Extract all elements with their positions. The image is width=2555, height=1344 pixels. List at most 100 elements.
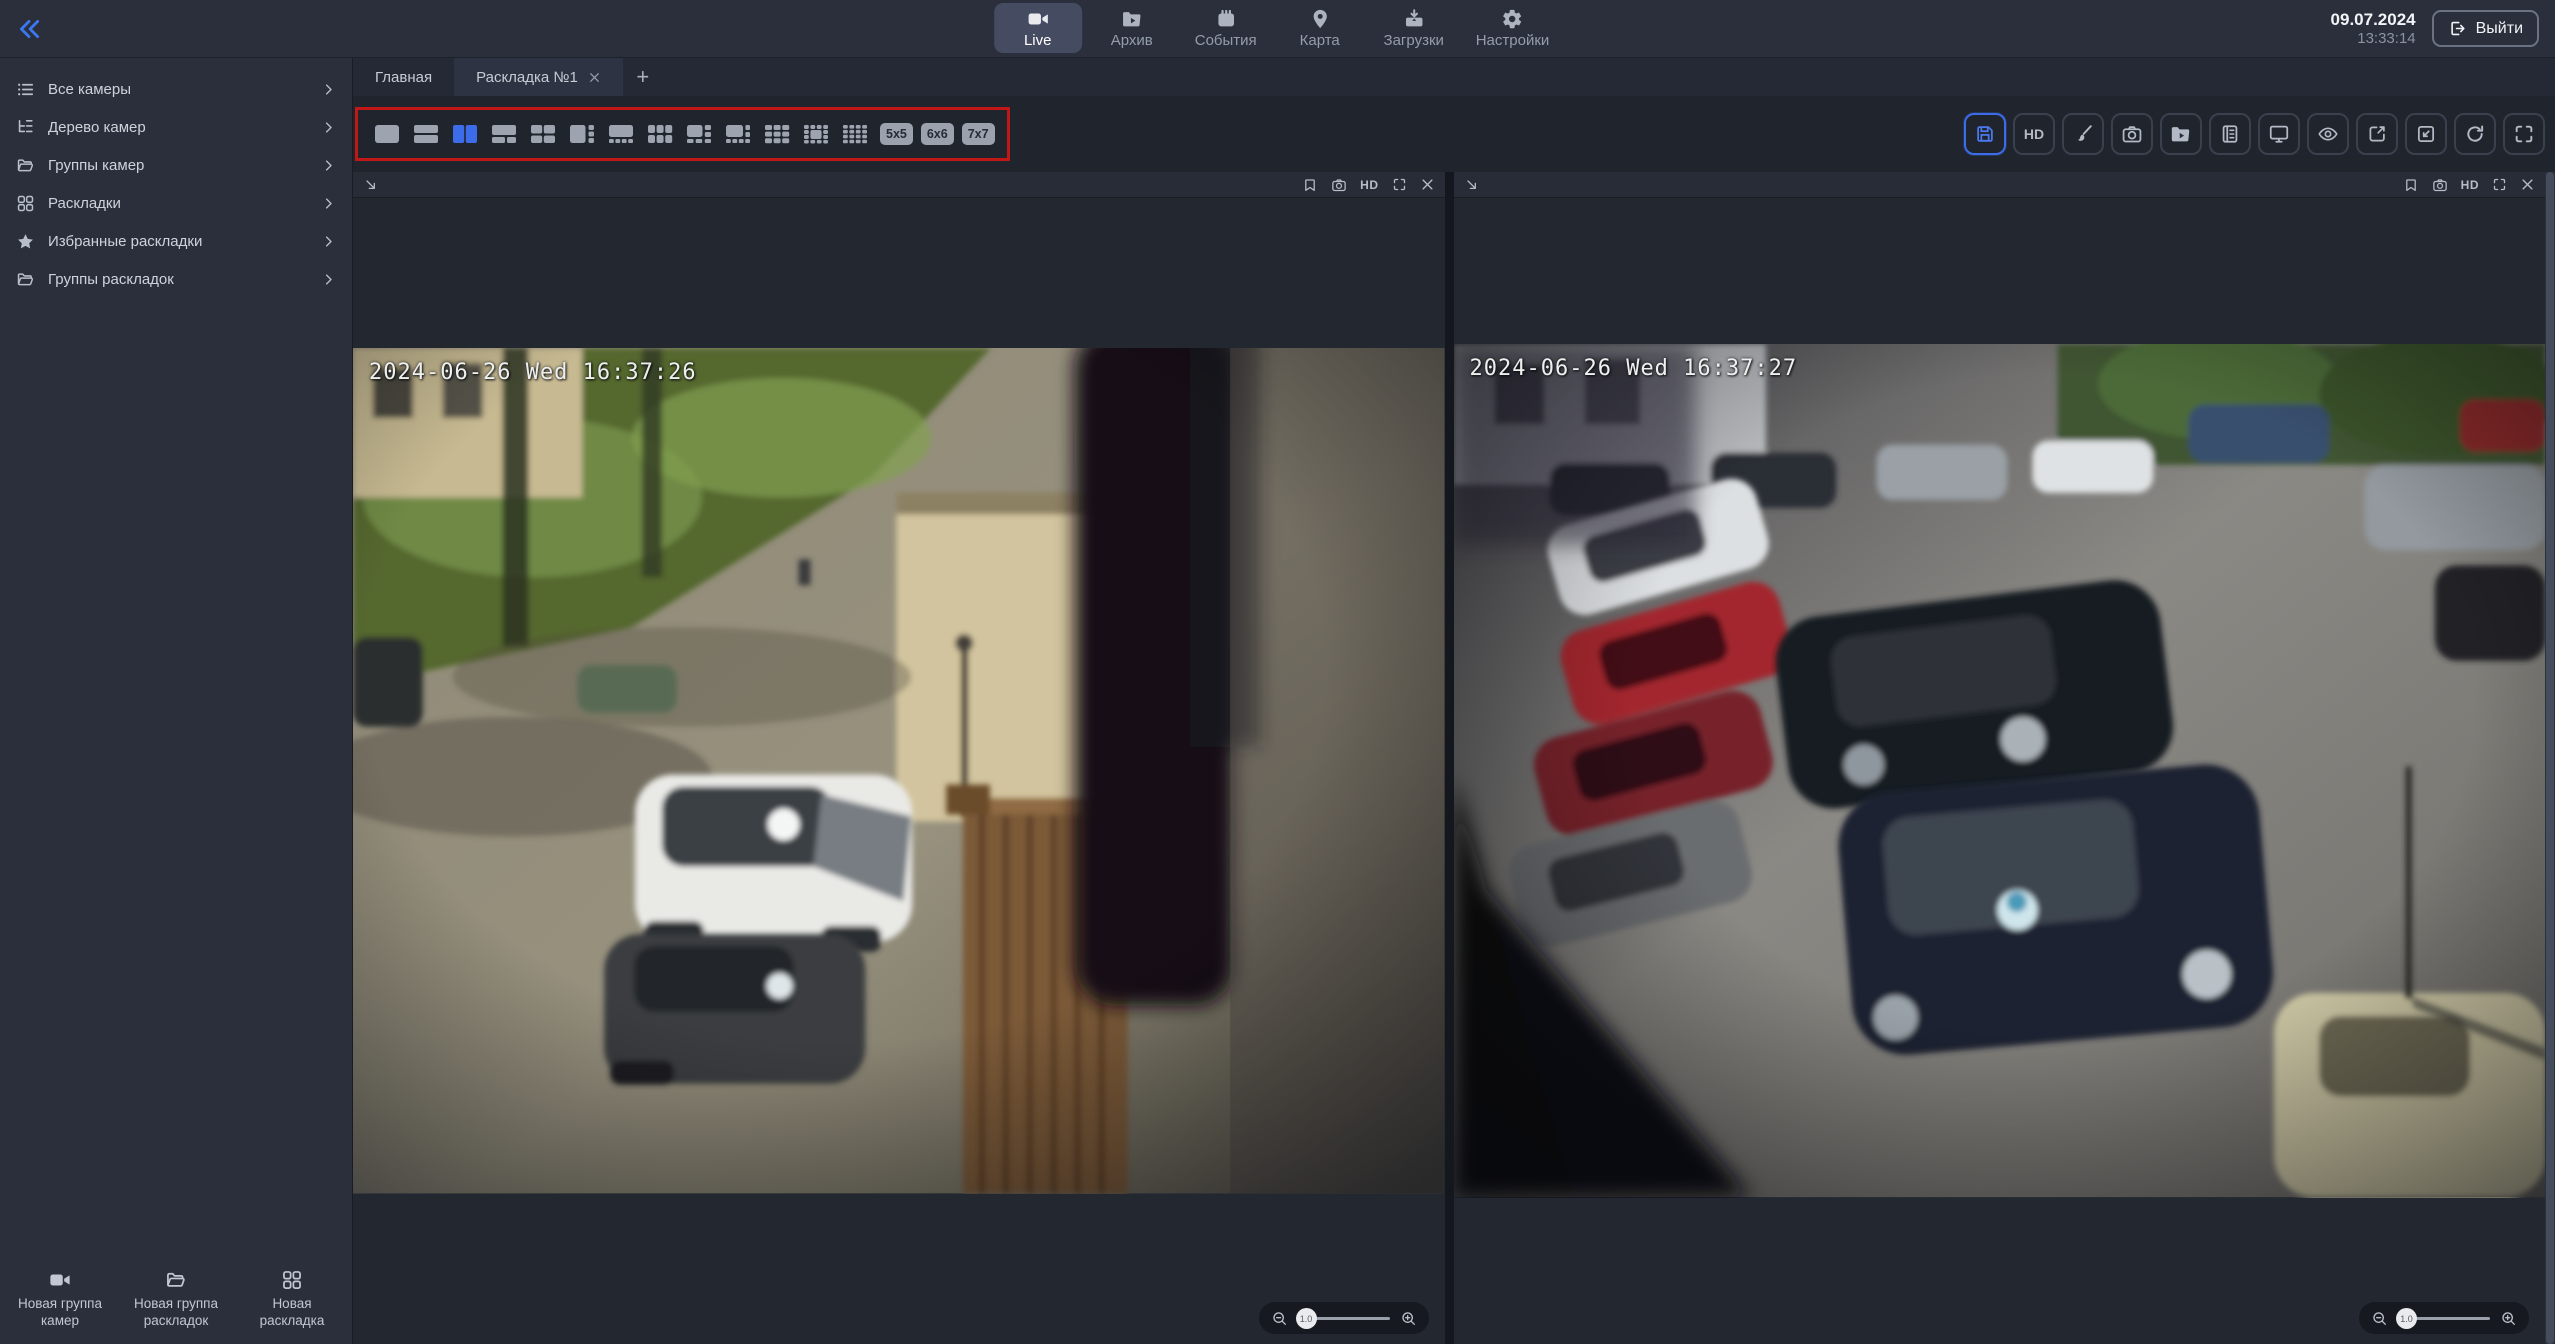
nav-label: События (1195, 32, 1257, 49)
layout-3x2-button[interactable] (643, 119, 677, 149)
zoom-out-icon[interactable] (1271, 1310, 1288, 1327)
nav-item-downloads[interactable]: Загрузки (1370, 3, 1458, 53)
nav-item-archive[interactable]: Архив (1088, 3, 1176, 53)
layout-1-plus-4-button[interactable] (604, 119, 638, 149)
camera-video[interactable] (353, 348, 1445, 1193)
clear-layout-button[interactable] (2062, 113, 2104, 155)
hd-badge[interactable]: HD (2461, 178, 2479, 192)
save-layout-button[interactable] (1964, 113, 2006, 155)
photo-camera-icon[interactable] (1331, 177, 1347, 193)
close-icon[interactable] (1420, 177, 1435, 192)
hd-quality-button[interactable]: HD (2013, 113, 2055, 155)
archive-button[interactable] (2160, 113, 2202, 155)
folder-icon (165, 1269, 187, 1291)
collapse-sidebar-button[interactable] (16, 16, 42, 42)
nav-label: Настройки (1476, 32, 1550, 49)
fullscreen-icon[interactable] (1392, 177, 1407, 192)
close-icon[interactable] (2520, 177, 2535, 192)
sidebar-item-camera-tree[interactable]: Дерево камер (0, 108, 352, 146)
nav-item-map[interactable]: Карта (1276, 3, 1364, 53)
map-pin-icon (1309, 8, 1331, 30)
new-layout-button[interactable]: Новаяраскладка (234, 1269, 350, 1330)
zoom-slider[interactable]: 1.0 (2398, 1308, 2490, 1328)
logout-button[interactable]: Выйти (2432, 10, 2539, 47)
zoom-out-icon[interactable] (2371, 1310, 2388, 1327)
zoom-value: 1.0 (2400, 1314, 2413, 1324)
layout-1-plus-2-button[interactable] (487, 119, 521, 149)
layout-2x2-button[interactable] (526, 119, 560, 149)
sidebar-item-camera-groups[interactable]: Группы камер (0, 146, 352, 184)
sidebar-item-layout-groups[interactable]: Группы раскладок (0, 260, 352, 298)
chevron-right-icon (321, 120, 336, 135)
fullscreen-icon[interactable] (2492, 177, 2507, 192)
layout-1-plus-3-button[interactable] (565, 119, 599, 149)
zoom-slider-handle[interactable]: 1.0 (1296, 1308, 1317, 1329)
scrollbar[interactable] (2545, 172, 2555, 1344)
nav-label: Загрузки (1384, 32, 1444, 49)
zoom-in-icon[interactable] (2500, 1310, 2517, 1327)
hd-badge[interactable]: HD (1360, 178, 1378, 192)
layout-1-plus-4-icon (608, 124, 634, 144)
zoom-slider[interactable]: 1.0 (1298, 1308, 1390, 1328)
tab-layout-1[interactable]: Раскладка №1 (454, 58, 623, 96)
logout-label: Выйти (2476, 20, 2523, 38)
layout-1x1-button[interactable] (370, 119, 404, 149)
tile-divider (1445, 172, 1454, 1344)
tab-label: Главная (375, 69, 432, 86)
nav-item-events[interactable]: События (1182, 3, 1270, 53)
layout-7x7-button[interactable]: 7x7 (962, 123, 995, 145)
expand-corner-icon[interactable] (1464, 177, 1480, 193)
layout-3x3-button[interactable] (760, 119, 794, 149)
new-layout-group-button[interactable]: Новая группараскладок (118, 1269, 234, 1330)
sidebar-item-all-cameras[interactable]: Все камеры (0, 70, 352, 108)
expand-corner-icon[interactable] (363, 177, 379, 193)
bookmark-icon[interactable] (2403, 177, 2419, 193)
zoom-control: 1.0 (1259, 1302, 1429, 1334)
current-date: 09.07.2024 (2331, 9, 2416, 30)
layout-5x5-button[interactable]: 5x5 (880, 123, 913, 145)
layout-1-plus-12-button[interactable] (799, 119, 833, 149)
layout-2-rows-button[interactable] (409, 119, 443, 149)
tile-header: HD (1454, 172, 2546, 198)
tab-home[interactable]: Главная (353, 58, 454, 96)
export-button[interactable] (2356, 113, 2398, 155)
journal-button[interactable] (2209, 113, 2251, 155)
datetime: 09.07.2024 13:33:14 (2331, 9, 2416, 49)
main-nav: Live Архив События Карта Загрузки Настро… (994, 3, 1562, 53)
new-camera-group-button[interactable]: Новая группакамер (2, 1269, 118, 1330)
annotation-highlight-layout-toolbar: 5x5 6x6 7x7 (355, 107, 1010, 161)
fullscreen-button[interactable] (2503, 113, 2545, 155)
sidebar-item-favorite-layouts[interactable]: Избранные раскладки (0, 222, 352, 260)
tab-close-button[interactable] (588, 71, 601, 84)
layout-1x1-icon (374, 124, 400, 144)
star-icon (16, 232, 35, 251)
grid-icon (16, 194, 35, 213)
zoom-in-icon[interactable] (1400, 1310, 1417, 1327)
add-tab-button[interactable]: + (623, 58, 663, 96)
screenshot-button[interactable] (2111, 113, 2153, 155)
layout-4x4-button[interactable] (838, 119, 872, 149)
camera-video[interactable] (1454, 344, 2546, 1197)
layout-6x6-button[interactable]: 6x6 (921, 123, 954, 145)
fit-resize-button[interactable] (2405, 113, 2447, 155)
video-camera-icon (49, 1269, 71, 1291)
scrollbar-thumb[interactable] (2546, 172, 2554, 1344)
layout-1-plus-5-button[interactable] (682, 119, 716, 149)
photo-camera-icon[interactable] (2432, 177, 2448, 193)
layout-1-plus-12-icon (803, 124, 829, 144)
chevron-right-icon (321, 158, 336, 173)
sidebar-item-layouts[interactable]: Раскладки (0, 184, 352, 222)
view-button[interactable] (2307, 113, 2349, 155)
button-label: Новая группараскладок (134, 1296, 218, 1330)
nav-item-settings[interactable]: Настройки (1464, 3, 1562, 53)
zoom-slider-handle[interactable]: 1.0 (2396, 1308, 2417, 1329)
nav-item-live[interactable]: Live (994, 3, 1082, 53)
bookmark-icon[interactable] (1302, 177, 1318, 193)
refresh-button[interactable] (2454, 113, 2496, 155)
sidebar: Все камеры Дерево камер Группы камер Рас… (0, 58, 352, 1344)
display-button[interactable] (2258, 113, 2300, 155)
layout-1-plus-7-button[interactable] (721, 119, 755, 149)
tile-header: HD (353, 172, 1445, 198)
layout-2-columns-button[interactable] (448, 119, 482, 149)
layout-1-plus-5-icon (686, 124, 712, 144)
